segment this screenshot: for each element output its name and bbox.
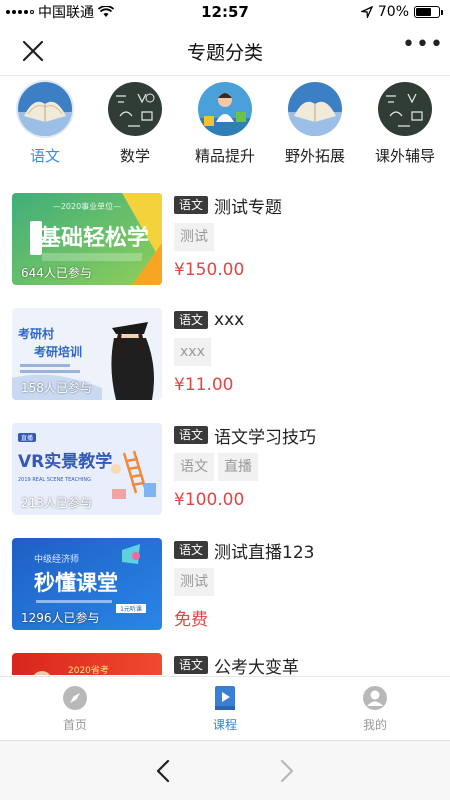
course-thumbnail: 直播 VR实景教学 2019 REAL SCENE TEACHING 213人已… (12, 423, 162, 515)
battery-fill (416, 8, 432, 16)
thumb-sub-text: 2019 REAL SCENE TEACHING (18, 477, 91, 483)
tab-courses[interactable]: 课程 (150, 677, 300, 740)
course-card[interactable]: 中级经济师 秒懂课堂 1元听课 1296人已参与 语文 测试直播123 测试 免… (0, 535, 450, 650)
course-title: xxx (214, 310, 245, 330)
category-row: 语文 数学 精品提升 野外拓展 课外辅导 (0, 82, 450, 174)
course-info: 语文 xxx xxx ¥11.00 (174, 308, 442, 395)
tab-bar: 首页 课程 我的 (0, 676, 450, 740)
chip-group: 语文 直播 (174, 453, 442, 481)
subject-tag: 语文 (174, 541, 209, 559)
chip-group: 测试 (174, 223, 442, 251)
thumb-top-text: 直播 (21, 434, 33, 442)
thumb-main-text: 考研村 (18, 326, 54, 341)
forward-arrow-icon[interactable] (272, 757, 300, 785)
participant-count: 1296人已参与 (21, 611, 100, 625)
book-open-icon (215, 686, 235, 710)
battery-percent: 70% (377, 4, 409, 20)
course-info: 语文 语文学习技巧 语文 直播 ¥100.00 (174, 423, 442, 510)
course-info: 语文 测试直播123 测试 免费 (174, 538, 442, 630)
browser-toolbar (0, 740, 450, 800)
course-title: 公考大变革 (214, 657, 300, 676)
course-thumbnail: 2020省考 (12, 653, 162, 675)
category-item-yewai[interactable]: 野外拓展 (270, 82, 360, 174)
tab-profile[interactable]: 我的 (300, 677, 450, 740)
chalkboard-icon (108, 82, 162, 136)
course-chip: 语文 (174, 453, 214, 481)
book-icon (288, 82, 342, 136)
thumb-main-text: VR实景教学 (18, 451, 112, 472)
chip-group: 测试 (174, 568, 442, 596)
location-arrow-icon (360, 6, 373, 18)
category-item-shuxue[interactable]: 数学 (90, 82, 180, 174)
back-arrow-icon[interactable] (150, 757, 178, 785)
course-title: 测试专题 (214, 197, 283, 218)
subject-tag: 语文 (174, 196, 209, 214)
course-thumbnail: 中级经济师 秒懂课堂 1元听课 1296人已参与 (12, 538, 162, 630)
user-icon (363, 686, 387, 710)
participant-count: 213人已参与 (21, 496, 92, 510)
student-icon (198, 82, 252, 136)
course-price: ¥100.00 (174, 490, 245, 510)
course-chip: 直播 (218, 453, 258, 481)
status-right: 70% (360, 4, 443, 20)
category-label: 语文 (29, 147, 60, 165)
chip-group: xxx (174, 338, 442, 366)
nav-bar: 专题分类 ••• (0, 24, 450, 76)
page-title: 专题分类 (186, 42, 263, 64)
tab-home[interactable]: 首页 (0, 677, 150, 740)
tab-label: 我的 (362, 718, 387, 732)
course-card[interactable]: 考研村 考研培训 158人已参与 语文 xxx xxx ¥11.00 (0, 305, 450, 420)
thumb-sub-text: 考研培训 (34, 344, 82, 359)
category-label: 野外拓展 (284, 147, 345, 165)
course-chip: 测试 (174, 568, 214, 596)
thumb-sub-text: 1元听课 (120, 605, 142, 613)
course-title: 测试直播123 (214, 542, 315, 563)
thumb-main-text: 秒懂课堂 (34, 571, 118, 595)
subject-tag: 语文 (174, 426, 209, 444)
status-bar: 中国联通 12:57 70% (0, 0, 450, 24)
course-list: —2020事业单位— 基础轻松学 644人已参与 语文 测试专题 测试 ¥150… (0, 190, 450, 675)
category-label: 精品提升 (194, 147, 255, 165)
thumb-main-text: 基础轻松学 (39, 225, 149, 251)
book-icon (18, 82, 72, 136)
participant-count: 158人已参与 (21, 381, 92, 395)
battery-icon (414, 6, 443, 18)
course-thumbnail: —2020事业单位— 基础轻松学 644人已参与 (12, 193, 162, 285)
course-info: 语文 测试专题 测试 ¥150.00 (174, 193, 442, 280)
tab-label: 课程 (212, 718, 237, 732)
category-item-kewai[interactable]: 课外辅导 (360, 82, 450, 174)
course-card[interactable]: —2020事业单位— 基础轻松学 644人已参与 语文 测试专题 测试 ¥150… (0, 190, 450, 305)
category-item-jingpin[interactable]: 精品提升 (180, 82, 270, 174)
compass-icon (63, 686, 87, 710)
subject-tag: 语文 (174, 311, 209, 329)
thumb-top-text: —2020事业单位— (53, 201, 121, 211)
thumb-main-text: 2020省考 (68, 664, 109, 675)
chalkboard-icon (378, 82, 432, 136)
subject-tag: 语文 (174, 656, 209, 674)
course-title: 语文学习技巧 (214, 427, 317, 448)
course-card[interactable]: 2020省考 语文 公考大变革 (0, 650, 450, 675)
category-label: 数学 (119, 147, 150, 165)
course-price: ¥11.00 (174, 375, 234, 395)
course-thumbnail: 考研村 考研培训 158人已参与 (12, 308, 162, 400)
course-price: 免费 (174, 610, 208, 630)
thumb-top-text: 中级经济师 (34, 553, 79, 565)
course-chip: 测试 (174, 223, 214, 251)
more-options-button[interactable]: ••• (402, 34, 443, 62)
category-label: 课外辅导 (374, 147, 435, 165)
course-info: 语文 公考大变革 (174, 653, 442, 675)
course-chip: xxx (174, 338, 211, 366)
participant-count: 644人已参与 (21, 266, 92, 280)
course-card[interactable]: 直播 VR实景教学 2019 REAL SCENE TEACHING 213人已… (0, 420, 450, 535)
category-item-yuwen[interactable]: 语文 (0, 82, 90, 174)
course-price: ¥150.00 (174, 260, 245, 280)
tab-label: 首页 (62, 718, 87, 732)
